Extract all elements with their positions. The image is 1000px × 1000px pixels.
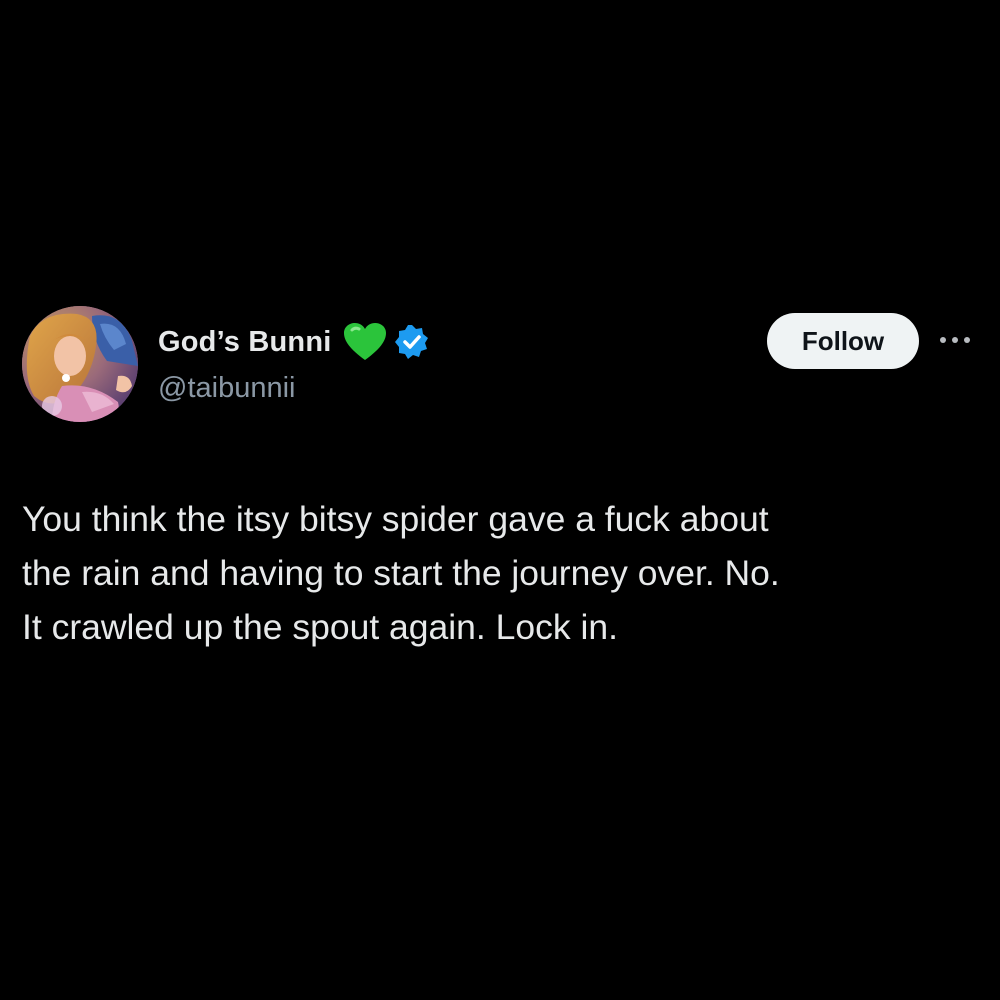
tweet-card: God’s Bunni @taibunnii Follow You think …	[0, 0, 1000, 1000]
tweet-text: You think the itsy bitsy spider gave a f…	[22, 499, 780, 647]
user-handle[interactable]: @taibunnii	[158, 372, 295, 405]
verified-icon	[394, 324, 430, 360]
author-name-row: God’s Bunni	[158, 320, 430, 364]
avatar[interactable]	[22, 306, 138, 422]
more-horizontal-icon[interactable]	[936, 328, 976, 352]
green-heart-icon	[342, 322, 388, 362]
follow-button[interactable]: Follow	[767, 313, 919, 369]
display-name[interactable]: God’s Bunni	[158, 326, 332, 359]
avatar-image	[22, 306, 138, 422]
